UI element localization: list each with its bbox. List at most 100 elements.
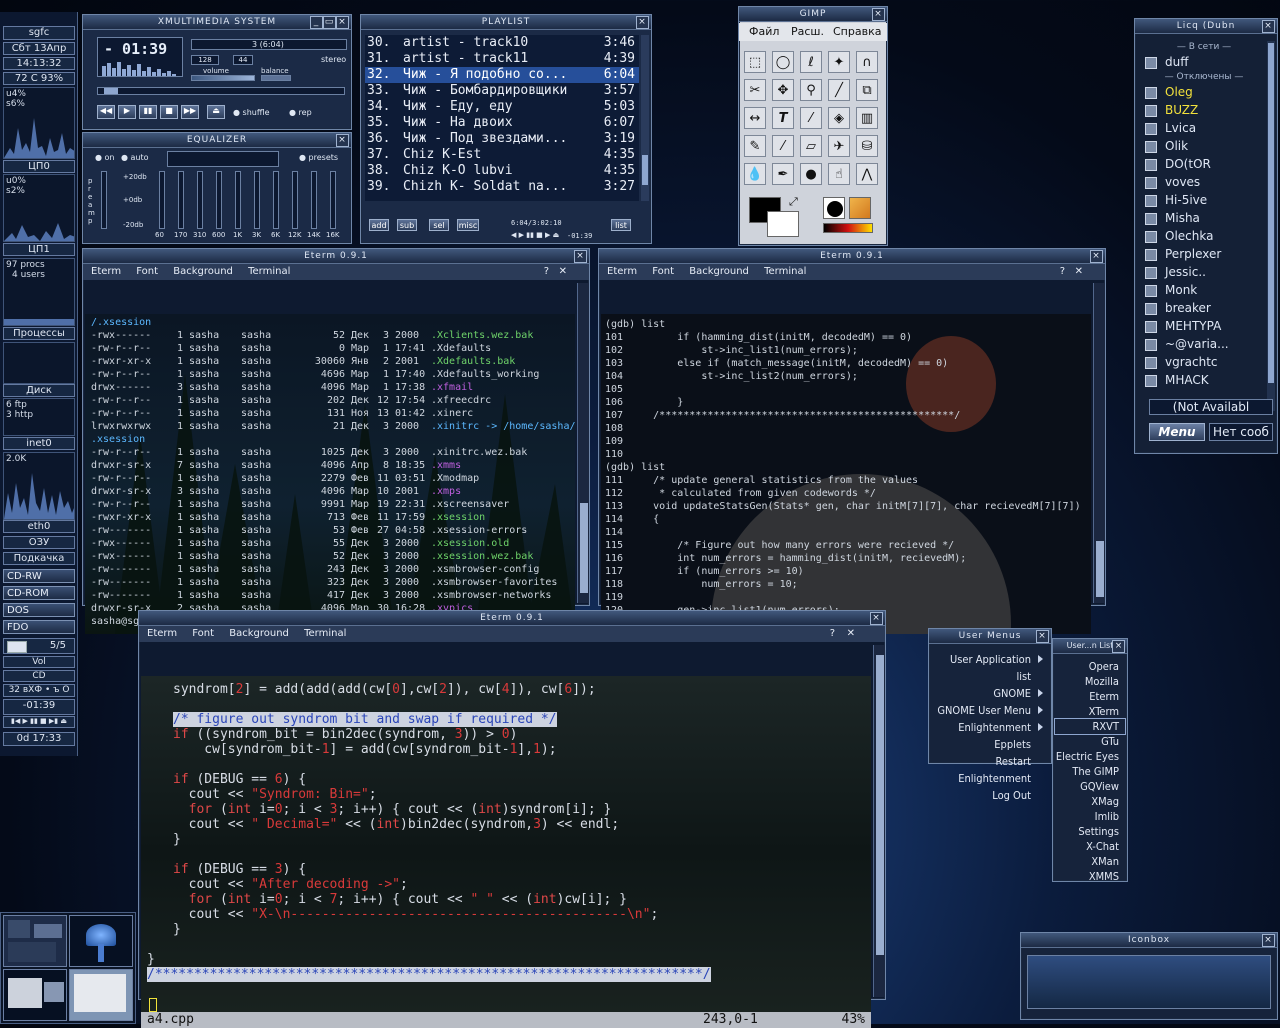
app-list-item[interactable]: XMan bbox=[1055, 854, 1125, 869]
app-list-item[interactable]: Eterm bbox=[1055, 689, 1125, 704]
eq-band-slider[interactable] bbox=[311, 171, 317, 229]
playlist-item[interactable]: 38. Chiz K-O lubvi 4:35 bbox=[365, 163, 639, 179]
shuffle-toggle[interactable]: ● shuffle bbox=[233, 108, 270, 117]
bg-color-swatch[interactable] bbox=[767, 211, 799, 237]
user-app-list-titlebar[interactable]: User...n List × bbox=[1053, 639, 1127, 654]
close-icon[interactable]: ✕ bbox=[847, 626, 855, 642]
menu-font[interactable]: Font bbox=[192, 628, 214, 639]
close-icon[interactable]: × bbox=[336, 134, 349, 147]
eq-band-slider[interactable] bbox=[216, 171, 222, 229]
gradient-icon[interactable]: ▥ bbox=[856, 107, 878, 129]
contact-offline[interactable]: ~@varia... bbox=[1143, 335, 1265, 353]
ls-scrollbar[interactable] bbox=[577, 283, 589, 603]
airbrush-icon[interactable]: ✈ bbox=[828, 135, 850, 157]
licq-status-field[interactable]: (Not Availabl bbox=[1149, 399, 1273, 415]
menu-font[interactable]: Font bbox=[136, 266, 158, 277]
eq-band-slider[interactable] bbox=[330, 171, 336, 229]
contact-offline[interactable]: voves bbox=[1143, 173, 1265, 191]
mail-monitor[interactable]: 5/5 bbox=[3, 638, 75, 654]
close-icon[interactable]: × bbox=[872, 8, 885, 21]
close-icon[interactable]: × bbox=[636, 16, 649, 29]
playlist-item[interactable]: 36. Чиж - Под звездами... 3:19 bbox=[365, 131, 639, 147]
menu-terminal[interactable]: Terminal bbox=[304, 628, 346, 639]
brush-preview[interactable] bbox=[823, 197, 845, 219]
menu-item-restart[interactable]: Restart Enlightenment bbox=[933, 753, 1049, 787]
pager-desk-2[interactable] bbox=[69, 915, 133, 967]
contact-offline[interactable]: Lvica bbox=[1143, 119, 1265, 137]
smudge-icon[interactable]: ☝ bbox=[828, 163, 850, 185]
close-icon[interactable]: × bbox=[1262, 20, 1275, 33]
mount-dos[interactable]: DOS bbox=[3, 603, 75, 617]
repeat-toggle[interactable]: ● rep bbox=[289, 108, 312, 117]
app-list-item[interactable]: XTerm bbox=[1055, 704, 1125, 719]
eq-auto-toggle[interactable]: ● auto bbox=[121, 153, 149, 162]
close-icon[interactable]: × bbox=[870, 612, 883, 625]
playlist-item[interactable]: 32. Чиж - Я подобно со... 6:04 bbox=[365, 67, 639, 83]
app-list-item[interactable]: Opera bbox=[1055, 659, 1125, 674]
eq-band-slider[interactable] bbox=[273, 171, 279, 229]
licq-menu-button[interactable]: Menu bbox=[1149, 423, 1205, 441]
playlist-item[interactable]: 37. Chiz K-Est 4:35 bbox=[365, 147, 639, 163]
eq-band-slider[interactable] bbox=[292, 171, 298, 229]
mount-cdrw[interactable]: CD-RW bbox=[3, 569, 75, 583]
eq-band-slider[interactable] bbox=[254, 171, 260, 229]
seek-handle[interactable] bbox=[104, 88, 118, 94]
playlist-sub-button[interactable]: sub bbox=[397, 219, 417, 231]
play-button[interactable]: ▶ bbox=[118, 105, 136, 119]
app-list-item[interactable]: Imlib Settings bbox=[1055, 809, 1125, 839]
menu-item-epplets[interactable]: Enlightenment Epplets bbox=[933, 719, 1049, 753]
contact-offline[interactable]: breaker bbox=[1143, 299, 1265, 317]
iconbox-area[interactable] bbox=[1027, 955, 1271, 1009]
gimp-titlebar[interactable]: GIMP × bbox=[739, 7, 887, 22]
paintbrush-icon[interactable]: ⁄ bbox=[772, 135, 794, 157]
crop-icon[interactable]: ╱ bbox=[828, 79, 850, 101]
app-list-item[interactable]: GTu bbox=[1055, 734, 1125, 749]
mount-cdrom[interactable]: CD-ROM bbox=[3, 586, 75, 600]
eraser-icon[interactable]: ▱ bbox=[800, 135, 822, 157]
gimp-menu-file[interactable]: Файл bbox=[749, 23, 779, 41]
contact-offline[interactable]: MEHTYPA bbox=[1143, 317, 1265, 335]
volume-slider[interactable] bbox=[191, 75, 255, 81]
gdb-terminal-body[interactable]: (gdb) list 101 if (hamming_dist(initM, de… bbox=[601, 314, 1091, 634]
vim-terminal-body[interactable]: syndrom[2] = add(add(add(cw[0],cw[2]), c… bbox=[141, 676, 871, 1028]
contact-offline[interactable]: Hi-5ive bbox=[1143, 191, 1265, 209]
menu-item-logout[interactable]: Log Out bbox=[933, 787, 1049, 804]
close-icon[interactable]: × bbox=[1036, 630, 1049, 643]
scroll-thumb[interactable] bbox=[876, 655, 884, 955]
equalizer-titlebar[interactable]: EQUALIZER × bbox=[83, 133, 351, 148]
menu-item-gnome[interactable]: GNOME bbox=[933, 685, 1049, 702]
move-icon[interactable]: ✥ bbox=[772, 79, 794, 101]
licq-messages-button[interactable]: Нет сооб bbox=[1209, 423, 1273, 441]
scissors-icon[interactable]: ✂ bbox=[744, 79, 766, 101]
scroll-thumb[interactable] bbox=[642, 155, 648, 185]
transform-icon[interactable]: ⧉ bbox=[856, 79, 878, 101]
text-icon[interactable]: T bbox=[772, 107, 794, 129]
menu-terminal[interactable]: Terminal bbox=[764, 266, 806, 277]
mount-fdo[interactable]: FDO bbox=[3, 620, 75, 634]
menu-item-gnome-user[interactable]: GNOME User Menu bbox=[933, 702, 1049, 719]
iconbox-titlebar[interactable]: Iconbox × bbox=[1021, 933, 1277, 948]
user-menus-titlebar[interactable]: User Menus × bbox=[929, 629, 1051, 644]
dodge-icon[interactable]: ● bbox=[800, 163, 822, 185]
playlist-item[interactable]: 35. Чиж - На двоих 6:07 bbox=[365, 115, 639, 131]
close-icon[interactable]: × bbox=[1262, 934, 1275, 947]
close-icon[interactable]: × bbox=[1090, 250, 1103, 263]
playlist-mini-controls[interactable]: ◀ ▶ ▮▮ ■ ▶ ⏏ bbox=[511, 231, 559, 239]
scroll-thumb[interactable] bbox=[1268, 43, 1274, 383]
contact-offline[interactable]: BUZZ bbox=[1143, 101, 1265, 119]
playlist-add-button[interactable]: add bbox=[369, 219, 389, 231]
menu-font[interactable]: Font bbox=[652, 266, 674, 277]
playlist-titlebar[interactable]: PLAYLIST × bbox=[361, 15, 651, 30]
contact-offline[interactable]: vgrachtc bbox=[1143, 353, 1265, 371]
vim-scrollbar[interactable] bbox=[873, 645, 885, 997]
app-list-item[interactable]: The GIMP bbox=[1055, 764, 1125, 779]
fuzzy-select-icon[interactable]: ✦ bbox=[828, 51, 850, 73]
pager-desk-3[interactable] bbox=[3, 969, 67, 1021]
contact-online[interactable]: duff bbox=[1143, 53, 1265, 71]
app-list-item[interactable]: RXVT bbox=[1054, 718, 1126, 735]
contact-offline[interactable]: Misha bbox=[1143, 209, 1265, 227]
clone-icon[interactable]: ⛁ bbox=[856, 135, 878, 157]
playlist-item[interactable]: 31. artist - track11 4:39 bbox=[365, 51, 639, 67]
free-select-icon[interactable]: ℓ bbox=[800, 51, 822, 73]
menu-terminal[interactable]: Terminal bbox=[248, 266, 290, 277]
